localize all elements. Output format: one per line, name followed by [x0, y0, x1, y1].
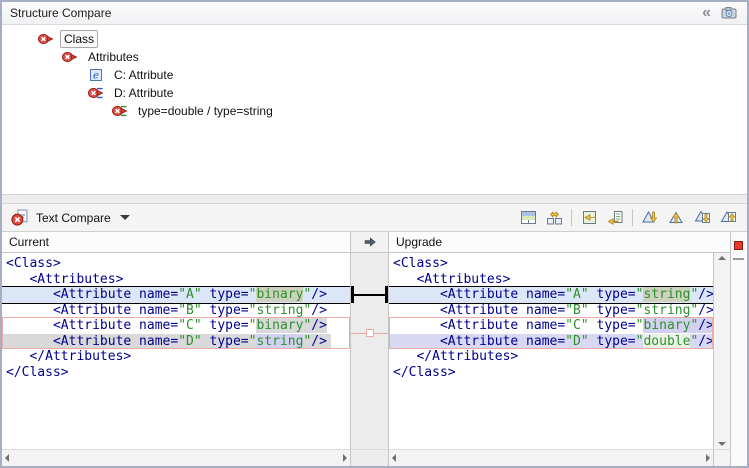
right-horizontal-scrollbar[interactable]	[389, 449, 714, 466]
left-pane-header: Current	[2, 232, 351, 253]
left-horizontal-scrollbar[interactable]	[2, 449, 351, 466]
conflict-change-icon	[62, 49, 79, 65]
code-line[interactable]: <Class>	[2, 256, 350, 272]
splitter-sash[interactable]	[2, 194, 747, 204]
camera-icon[interactable]	[721, 5, 737, 21]
tree-item-c-attribute[interactable]: e C: Attribute	[2, 66, 747, 84]
code-line[interactable]: <Attribute name="A" type="string"/>	[389, 287, 713, 303]
compare-editor-window: Structure Compare « Class Attributes e C	[0, 0, 749, 468]
connector-cap	[385, 286, 388, 303]
tree-item-label: type=double / type=string	[134, 102, 277, 120]
center-connector-column	[351, 253, 389, 449]
tree-item-label: Attributes	[84, 48, 143, 66]
tree-item-label: C: Attribute	[110, 66, 177, 84]
code-line[interactable]: </Class>	[2, 365, 350, 381]
swap-panes-icon[interactable]	[541, 206, 567, 230]
right-code-editor[interactable]: <Class> <Attributes> <Attribute name="A"…	[389, 253, 714, 449]
conflict-change-icon	[38, 31, 55, 47]
tree-item-label: D: Attribute	[110, 84, 177, 102]
switch-view-icon[interactable]	[515, 206, 541, 230]
code-line[interactable]: <Attribute name="D" type="double"/>	[389, 334, 713, 350]
tree-item-class[interactable]: Class	[2, 30, 747, 48]
structure-compare-tree: Class Attributes e C: Attribute D: Attri…	[2, 25, 747, 194]
copy-change-right-to-left-icon[interactable]	[602, 206, 628, 230]
viewer-menu-dropdown-icon[interactable]	[120, 215, 130, 225]
code-line[interactable]: <Attribute name="D" type="string"/>	[2, 334, 350, 350]
text-compare-title: Text Compare	[36, 211, 111, 225]
code-line[interactable]: <Attribute name="B" type="string"/>	[2, 303, 350, 319]
right-pane-title: Upgrade	[396, 235, 442, 249]
left-code-editor[interactable]: <Class> <Attributes> <Attribute name="A"…	[2, 253, 351, 449]
structure-compare-title: Structure Compare	[2, 6, 702, 20]
code-line[interactable]: <Attributes>	[389, 272, 713, 288]
code-line[interactable]: <Class>	[389, 256, 713, 272]
diff-marker[interactable]	[734, 241, 743, 250]
conflict-property-icon	[112, 103, 129, 119]
tree-item-attributes[interactable]: Attributes	[2, 48, 747, 66]
next-change-icon[interactable]	[689, 206, 715, 230]
scrollbar-gap	[351, 449, 389, 466]
scroll-left-icon[interactable]	[5, 454, 9, 462]
code-line[interactable]: <Attribute name="C" type="binary"/>	[2, 318, 350, 334]
right-pane-header: Upgrade	[389, 232, 731, 253]
tree-item-type-change[interactable]: type=double / type=string	[2, 102, 747, 120]
code-line[interactable]: </Attributes>	[389, 349, 713, 365]
toolbar-separator	[632, 209, 633, 226]
structure-compare-header: Structure Compare «	[2, 2, 747, 25]
next-difference-icon[interactable]	[637, 206, 663, 230]
scroll-left-icon[interactable]	[392, 454, 396, 462]
tree-item-label: Class	[60, 30, 98, 48]
code-line[interactable]: <Attribute name="A" type="binary"/>	[2, 287, 350, 303]
collapse-icon[interactable]: «	[702, 7, 709, 19]
tree-item-d-attribute[interactable]: D: Attribute	[2, 84, 747, 102]
xml-element-icon: e	[88, 67, 105, 83]
direction-header	[351, 232, 389, 253]
scroll-right-icon[interactable]	[706, 454, 710, 462]
conflict-diff-handle[interactable]	[366, 329, 374, 337]
scrollbar-corner	[714, 449, 731, 466]
previous-difference-icon[interactable]	[663, 206, 689, 230]
ruler-position-indicator	[733, 258, 744, 260]
toolbar-separator	[571, 209, 572, 226]
vertical-scrollbar[interactable]	[714, 253, 731, 449]
scroll-right-icon[interactable]	[343, 454, 347, 462]
previous-change-icon[interactable]	[715, 206, 741, 230]
copy-all-right-to-left-icon[interactable]	[576, 206, 602, 230]
svg-text:e: e	[93, 71, 99, 82]
conflict-element-icon	[88, 85, 105, 101]
left-pane-title: Current	[9, 235, 49, 249]
text-compare-panes: Current Upgrade <Class> <Attributes> <At…	[2, 232, 747, 466]
code-line[interactable]: <Attribute name="B" type="string"/>	[389, 303, 713, 319]
scroll-up-icon[interactable]	[718, 256, 726, 260]
code-line[interactable]: </Attributes>	[2, 349, 350, 365]
selected-diff-connector	[353, 294, 386, 296]
scroll-down-icon[interactable]	[718, 442, 726, 446]
code-line[interactable]: <Attribute name="C" type="binary"/>	[389, 318, 713, 334]
code-line[interactable]: <Attributes>	[2, 272, 350, 288]
structure-compare-actions: «	[702, 5, 747, 21]
code-line[interactable]: </Class>	[389, 365, 713, 381]
text-compare-icon: e	[11, 209, 28, 226]
right-arrow-icon[interactable]	[363, 235, 377, 249]
diff-overview-ruler	[731, 232, 747, 466]
text-compare-toolbar: e Text Compare	[2, 204, 747, 232]
